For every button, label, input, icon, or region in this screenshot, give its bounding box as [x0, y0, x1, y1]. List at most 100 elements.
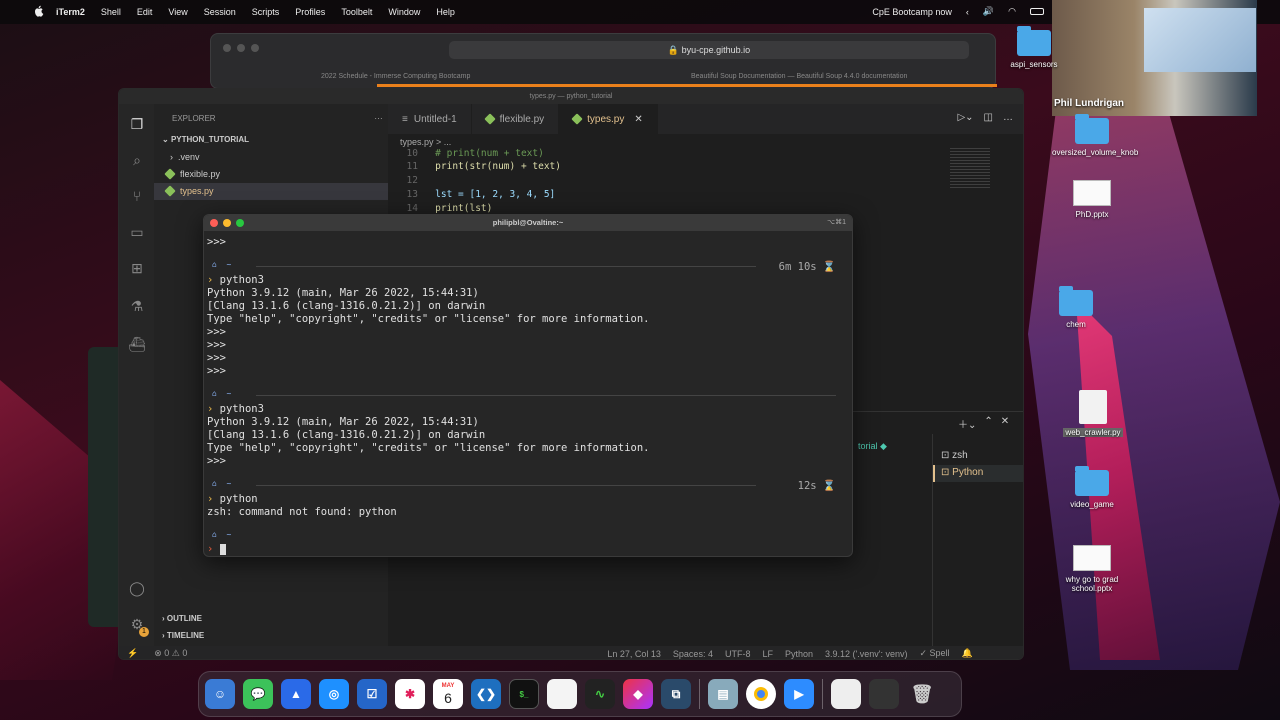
volume-icon[interactable]: 🔊 — [983, 6, 994, 17]
tab-flexible[interactable]: flexible.py — [472, 104, 560, 134]
problems-status[interactable]: ⊗ 0 ⚠ 0 — [154, 648, 187, 659]
chrome-icon[interactable] — [746, 679, 776, 709]
menu-edit[interactable]: Edit — [137, 7, 153, 17]
shortcuts-icon[interactable]: ◆ — [623, 679, 653, 709]
menu-scripts[interactable]: Scripts — [252, 7, 280, 17]
icon-label: oversized_volume_knob — [1052, 148, 1139, 157]
slack-icon[interactable]: ✱ — [395, 679, 425, 709]
desktop-file[interactable]: PhD.pptx — [1052, 180, 1132, 219]
menu-shell[interactable]: Shell — [101, 7, 121, 17]
source-control-icon[interactable]: ⑂ — [128, 188, 146, 206]
trash-icon[interactable]: 🗑 — [907, 679, 937, 709]
desktop-folder[interactable]: chem — [1036, 286, 1116, 329]
minimize-window-button[interactable] — [223, 219, 231, 227]
bell-icon[interactable]: 🔔 — [962, 648, 973, 659]
code-line[interactable]: 13 lst = [1, 2, 3, 4, 5] — [388, 189, 568, 202]
spell-check[interactable]: ✓ Spell — [919, 648, 949, 659]
notes-icon[interactable] — [547, 679, 577, 709]
line-ending[interactable]: LF — [762, 649, 773, 659]
docker-icon[interactable]: ⛴ — [128, 336, 146, 354]
python-file-icon — [1079, 390, 1107, 424]
encoding[interactable]: UTF-8 — [725, 649, 751, 659]
python-interpreter[interactable]: 3.9.12 ('.venv': venv) — [825, 649, 907, 659]
menu-window[interactable]: Window — [388, 7, 420, 17]
code-line[interactable]: 11 print(str(num) + text) — [388, 161, 568, 174]
file-flexible[interactable]: flexible.py — [164, 168, 220, 180]
close-panel-icon[interactable]: ✕ — [1001, 416, 1009, 431]
terminal-icon: ⊡ — [941, 467, 950, 478]
add-terminal-icon[interactable]: ＋⌄ — [958, 416, 976, 431]
menu-app-name[interactable]: iTerm2 — [56, 7, 85, 17]
tab-types[interactable]: types.py ✕ — [559, 104, 658, 134]
apple-icon[interactable] — [34, 5, 44, 17]
activity-monitor-icon[interactable]: ∿ — [585, 679, 615, 709]
menu-profiles[interactable]: Profiles — [295, 7, 325, 17]
prompt-segment: ⌂ ~12s ⌛ — [212, 479, 836, 492]
language-mode[interactable]: Python — [785, 649, 813, 659]
chevron-up-icon[interactable]: ⌃ — [984, 416, 992, 431]
breadcrumb[interactable]: types.py > ... — [400, 137, 451, 147]
lock-icon: 🔒 — [667, 45, 680, 55]
menu-help[interactable]: Help — [436, 7, 455, 17]
account-icon[interactable]: ◯ — [128, 580, 146, 598]
search-icon[interactable]: ⌕ — [128, 152, 146, 170]
safari-icon[interactable]: ◎ — [319, 679, 349, 709]
chevron-left-icon[interactable]: ‹ — [966, 7, 969, 17]
python-file-icon — [483, 113, 496, 125]
tasks-icon[interactable]: ☑ — [357, 679, 387, 709]
wifi-icon[interactable]: ◠ — [1008, 6, 1016, 17]
calendar-icon[interactable]: MAY 6 — [433, 679, 463, 709]
extensions-icon[interactable]: ⊞ — [128, 260, 146, 278]
file-types[interactable]: types.py — [164, 185, 214, 197]
desktop-folder[interactable]: aspi_sensors — [994, 26, 1074, 69]
screenshot-stack-icon[interactable] — [869, 679, 899, 709]
timeline-section[interactable]: › TIMELINE — [162, 631, 204, 640]
terminal-item-zsh[interactable]: ⊡ zsh — [941, 450, 968, 461]
document-stack-icon[interactable] — [831, 679, 861, 709]
more-icon[interactable]: … — [374, 111, 383, 121]
remote-icon[interactable]: ▭ — [128, 224, 146, 242]
cursor-position[interactable]: Ln 27, Col 13 — [607, 649, 661, 659]
desktop-folder[interactable]: video_game — [1052, 466, 1132, 509]
vscode-icon[interactable]: ❮❯ — [471, 679, 501, 709]
tab-untitled[interactable]: ≡ Untitled-1 — [388, 104, 472, 134]
terminal-item-python[interactable]: ⊡ Python — [941, 467, 983, 478]
messages-icon[interactable]: 💬 — [243, 679, 273, 709]
desktop-file[interactable]: web_crawler.py — [1053, 390, 1133, 437]
dock: ☺ 💬 ▲ ◎ ☑ ✱ MAY 6 ❮❯ $_ ∿ ◆ ⧉ ▤ ▶ 🗑 — [198, 671, 962, 717]
menu-toolbelt[interactable]: Toolbelt — [341, 7, 372, 17]
project-folder[interactable]: ⌄ PYTHON_TUTORIAL — [162, 135, 249, 144]
preview-icon[interactable]: ⧉ — [661, 679, 691, 709]
indentation[interactable]: Spaces: 4 — [673, 649, 713, 659]
desktop-file[interactable]: why go to grad school.pptx — [1052, 545, 1132, 593]
testflight-icon[interactable]: ▲ — [281, 679, 311, 709]
menu-view[interactable]: View — [168, 7, 187, 17]
url-text: byu-cpe.github.io — [681, 45, 751, 55]
split-editor-icon[interactable]: ◫ — [984, 112, 993, 123]
close-icon[interactable]: ✕ — [634, 114, 642, 125]
file-venv[interactable]: › .venv — [170, 152, 200, 162]
zoom-window-button[interactable] — [236, 219, 244, 227]
close-window-button[interactable] — [210, 219, 218, 227]
more-icon[interactable]: … — [1003, 112, 1013, 123]
code-line[interactable]: 12 — [388, 175, 568, 188]
finder-icon[interactable]: ☺ — [205, 679, 235, 709]
battery-icon[interactable] — [1030, 8, 1044, 15]
run-icon[interactable]: ▷⌄ — [957, 112, 973, 123]
desktop-folder[interactable]: oversized_volume_knob — [1052, 114, 1138, 157]
python-file-icon — [571, 113, 583, 125]
address-bar[interactable]: 🔒 byu-cpe.github.io — [449, 41, 969, 59]
code-line[interactable]: 10 # print(num + text) — [388, 148, 568, 161]
outline-section[interactable]: › OUTLINE — [162, 614, 202, 623]
testing-icon[interactable]: ⚗ — [128, 298, 146, 316]
system-app-icon[interactable]: ▤ — [708, 679, 738, 709]
calendar-status[interactable]: CpE Bootcamp now — [872, 7, 952, 17]
menu-session[interactable]: Session — [204, 7, 236, 17]
zoom-icon[interactable]: ▶ — [784, 679, 814, 709]
files-icon[interactable]: ❐ — [128, 116, 146, 134]
iterm-icon[interactable]: $_ — [509, 679, 539, 709]
remote-status-icon[interactable]: ⚡ — [127, 648, 138, 659]
minimap[interactable] — [950, 148, 990, 188]
terminal-input-line[interactable]: › — [207, 543, 226, 556]
icon-label: PhD.pptx — [1075, 210, 1109, 219]
